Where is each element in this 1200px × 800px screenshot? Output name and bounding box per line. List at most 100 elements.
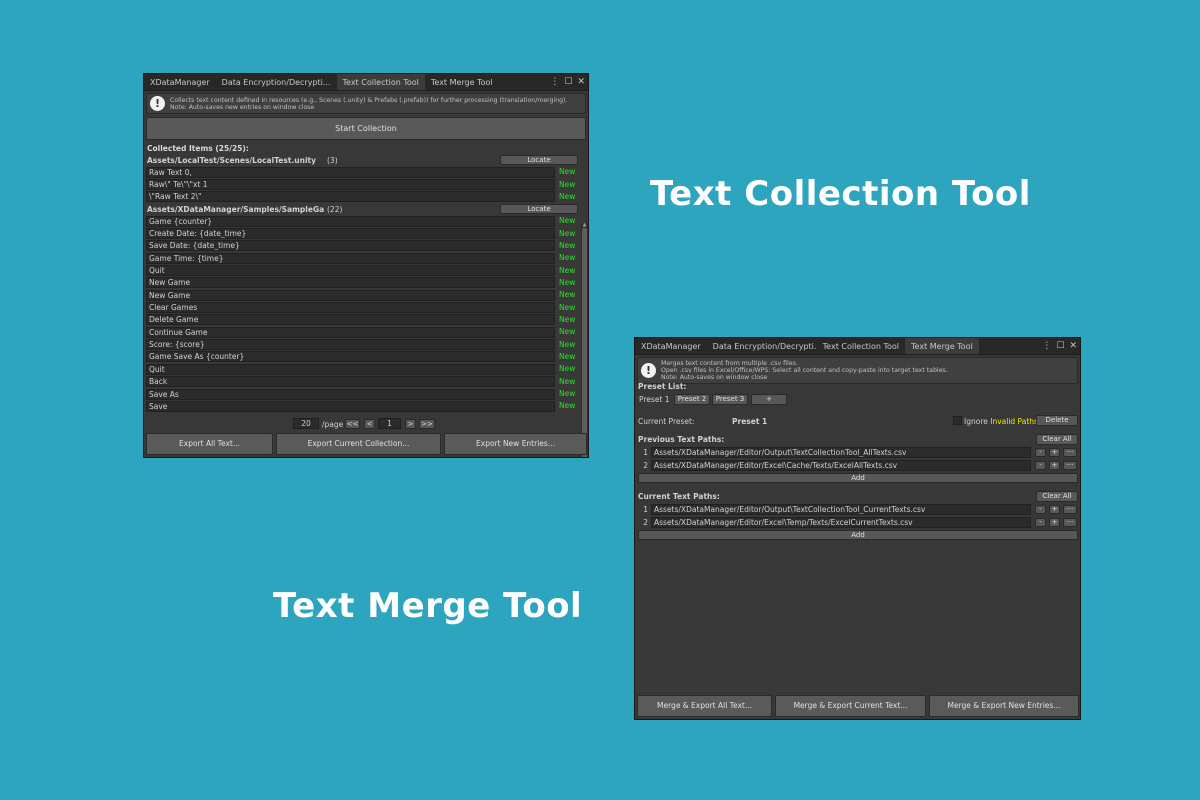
path-index: 2 — [643, 518, 648, 527]
path-index: 1 — [643, 505, 648, 514]
insert-path-button[interactable]: + — [1049, 461, 1060, 470]
list-item: Create Date: {date_time} New — [144, 227, 588, 240]
preset-2-tab[interactable]: Preset 2 — [674, 394, 710, 405]
status-badge: New — [559, 351, 576, 361]
status-badge: New — [559, 191, 576, 201]
remove-path-button[interactable]: - — [1035, 518, 1046, 527]
remove-path-button[interactable]: - — [1035, 505, 1046, 514]
status-badge: New — [559, 265, 576, 275]
entry-text-field[interactable]: Create Date: {date_time} — [146, 228, 555, 240]
tab-xdatamanager[interactable]: XDataManager — [635, 338, 707, 354]
scroll-thumb[interactable] — [582, 228, 587, 457]
tab-text-collection-tool[interactable]: Text Collection Tool — [336, 74, 425, 90]
status-badge: New — [559, 401, 576, 411]
merge-export-current-button[interactable]: Merge & Export Current Text... — [775, 695, 926, 717]
start-collection-button[interactable]: Start Collection — [146, 117, 586, 140]
per-page-input[interactable]: 20 — [293, 418, 319, 429]
list-item: Quit New — [144, 363, 588, 375]
entry-text-field[interactable]: Clear Games — [146, 302, 555, 314]
help-line-2: Note: Auto-saves new entries on window c… — [170, 103, 315, 111]
entry-text-field[interactable]: Back — [146, 376, 555, 388]
entry-text-field[interactable]: Quit — [146, 363, 555, 375]
group-count: (22) — [327, 204, 343, 214]
preset-3-tab[interactable]: Preset 3 — [712, 394, 748, 405]
delete-preset-button[interactable]: Delete — [1036, 415, 1078, 426]
browse-path-button[interactable]: ··· — [1063, 518, 1077, 527]
entry-text-field[interactable]: Game Time: {time} — [146, 252, 555, 264]
text-merge-window: XDataManager Data Encryption/Decrypti...… — [634, 337, 1081, 720]
more-options-icon[interactable]: ⋮ — [1042, 338, 1051, 354]
entry-text-field[interactable]: \"Raw Text 2\" — [146, 191, 555, 203]
browse-path-button[interactable]: ··· — [1063, 505, 1077, 514]
merge-export-all-button[interactable]: Merge & Export All Text... — [637, 695, 772, 717]
locate-button[interactable]: Locate — [500, 204, 578, 215]
add-preset-button[interactable]: + — [751, 394, 787, 405]
close-icon[interactable]: ✕ — [577, 74, 585, 90]
list-item: Game Save As {counter} New — [144, 351, 588, 363]
export-all-text-button[interactable]: Export All Text... — [146, 433, 273, 455]
remove-path-button[interactable]: - — [1035, 461, 1046, 470]
previous-clear-all-button[interactable]: Clear All — [1036, 434, 1078, 445]
last-page-button[interactable]: >> — [419, 419, 435, 429]
entry-text-field[interactable]: Raw\" Te\"\"xt 1 — [146, 179, 555, 191]
entry-text-field[interactable]: Raw Text 0, — [146, 166, 555, 178]
prev-page-button[interactable]: < — [364, 419, 375, 429]
help-line-1: Collects text content defined in resourc… — [170, 96, 568, 104]
insert-path-button[interactable]: + — [1049, 518, 1060, 527]
list-item: Save Date: {date_time} New — [144, 240, 588, 252]
preset-list-label: Preset List: — [638, 382, 687, 391]
page-number-input[interactable]: 1 — [378, 418, 401, 429]
entry-text-field[interactable]: Continue Game — [146, 326, 555, 338]
current-clear-all-button[interactable]: Clear All — [1036, 491, 1078, 502]
previous-add-button[interactable]: Add — [638, 473, 1078, 483]
preset-1-tab[interactable]: Preset 1 — [639, 395, 670, 404]
tab-data-encryption[interactable]: Data Encryption/Decrypti... — [216, 74, 337, 90]
list-item: Save New — [144, 400, 588, 412]
entry-text-field[interactable]: Save Date: {date_time} — [146, 240, 555, 252]
entry-text-field[interactable]: Delete Game — [146, 314, 555, 326]
group-path: Assets/XDataManager/Samples/SampleGame/S… — [147, 204, 324, 214]
entry-text-field[interactable]: Quit — [146, 265, 555, 277]
insert-path-button[interactable]: + — [1049, 505, 1060, 514]
previous-text-paths-label: Previous Text Paths: — [638, 435, 725, 444]
entry-text-field[interactable]: Save As — [146, 388, 555, 400]
browse-path-button[interactable]: ··· — [1063, 461, 1077, 470]
path-input[interactable]: Assets/XDataManager/Editor/Excel\Cache/T… — [651, 460, 1031, 471]
path-input[interactable]: Assets/XDataManager/Editor/Output\TextCo… — [651, 447, 1031, 458]
current-path-row: 1 Assets/XDataManager/Editor/Output\Text… — [638, 504, 1031, 515]
entry-text-field[interactable]: Game Save As {counter} — [146, 351, 555, 363]
path-input[interactable]: Assets/XDataManager/Editor/Excel\Temp/Te… — [651, 517, 1031, 528]
maximize-icon[interactable]: ☐ — [1056, 338, 1064, 354]
tab-text-merge-tool[interactable]: Text Merge Tool — [425, 74, 499, 90]
tab-text-merge-tool[interactable]: Text Merge Tool — [905, 338, 979, 354]
tab-xdatamanager[interactable]: XDataManager — [144, 74, 216, 90]
browse-path-button[interactable]: ··· — [1063, 448, 1077, 457]
ignore-invalid-paths-checkbox[interactable] — [953, 416, 962, 425]
previous-path-row: 2 Assets/XDataManager/Editor/Excel\Cache… — [638, 460, 1031, 471]
path-input[interactable]: Assets/XDataManager/Editor/Output\TextCo… — [651, 504, 1031, 515]
tab-data-encryption[interactable]: Data Encryption/Decrypti... — [707, 338, 817, 354]
current-add-button[interactable]: Add — [638, 530, 1078, 540]
entry-text-field[interactable]: Score: {score} — [146, 339, 555, 351]
next-page-button[interactable]: > — [405, 419, 416, 429]
export-current-collection-button[interactable]: Export Current Collection... — [276, 433, 441, 455]
entry-text-field[interactable]: Game {counter} — [146, 215, 555, 227]
status-badge: New — [559, 302, 576, 312]
insert-path-button[interactable]: + — [1049, 448, 1060, 457]
locate-button[interactable]: Locate — [500, 155, 578, 165]
list-item: Delete Game New — [144, 314, 588, 326]
entry-text-field[interactable]: New Game — [146, 277, 555, 289]
scrollbar[interactable]: ▲ ▼ — [581, 222, 588, 457]
list-item: \"Raw Text 2\" New — [144, 191, 588, 203]
export-new-entries-button[interactable]: Export New Entries... — [444, 433, 587, 455]
status-badge: New — [559, 290, 576, 300]
merge-export-new-button[interactable]: Merge & Export New Entries... — [929, 695, 1079, 717]
first-page-button[interactable]: << — [345, 419, 360, 429]
entry-text-field[interactable]: New Game — [146, 289, 555, 301]
entry-text-field[interactable]: Save — [146, 400, 555, 412]
close-icon[interactable]: ✕ — [1069, 338, 1077, 354]
more-options-icon[interactable]: ⋮ — [550, 74, 559, 90]
remove-path-button[interactable]: - — [1035, 448, 1046, 457]
maximize-icon[interactable]: ☐ — [564, 74, 572, 90]
tab-text-collection-tool[interactable]: Text Collection Tool — [817, 338, 905, 354]
